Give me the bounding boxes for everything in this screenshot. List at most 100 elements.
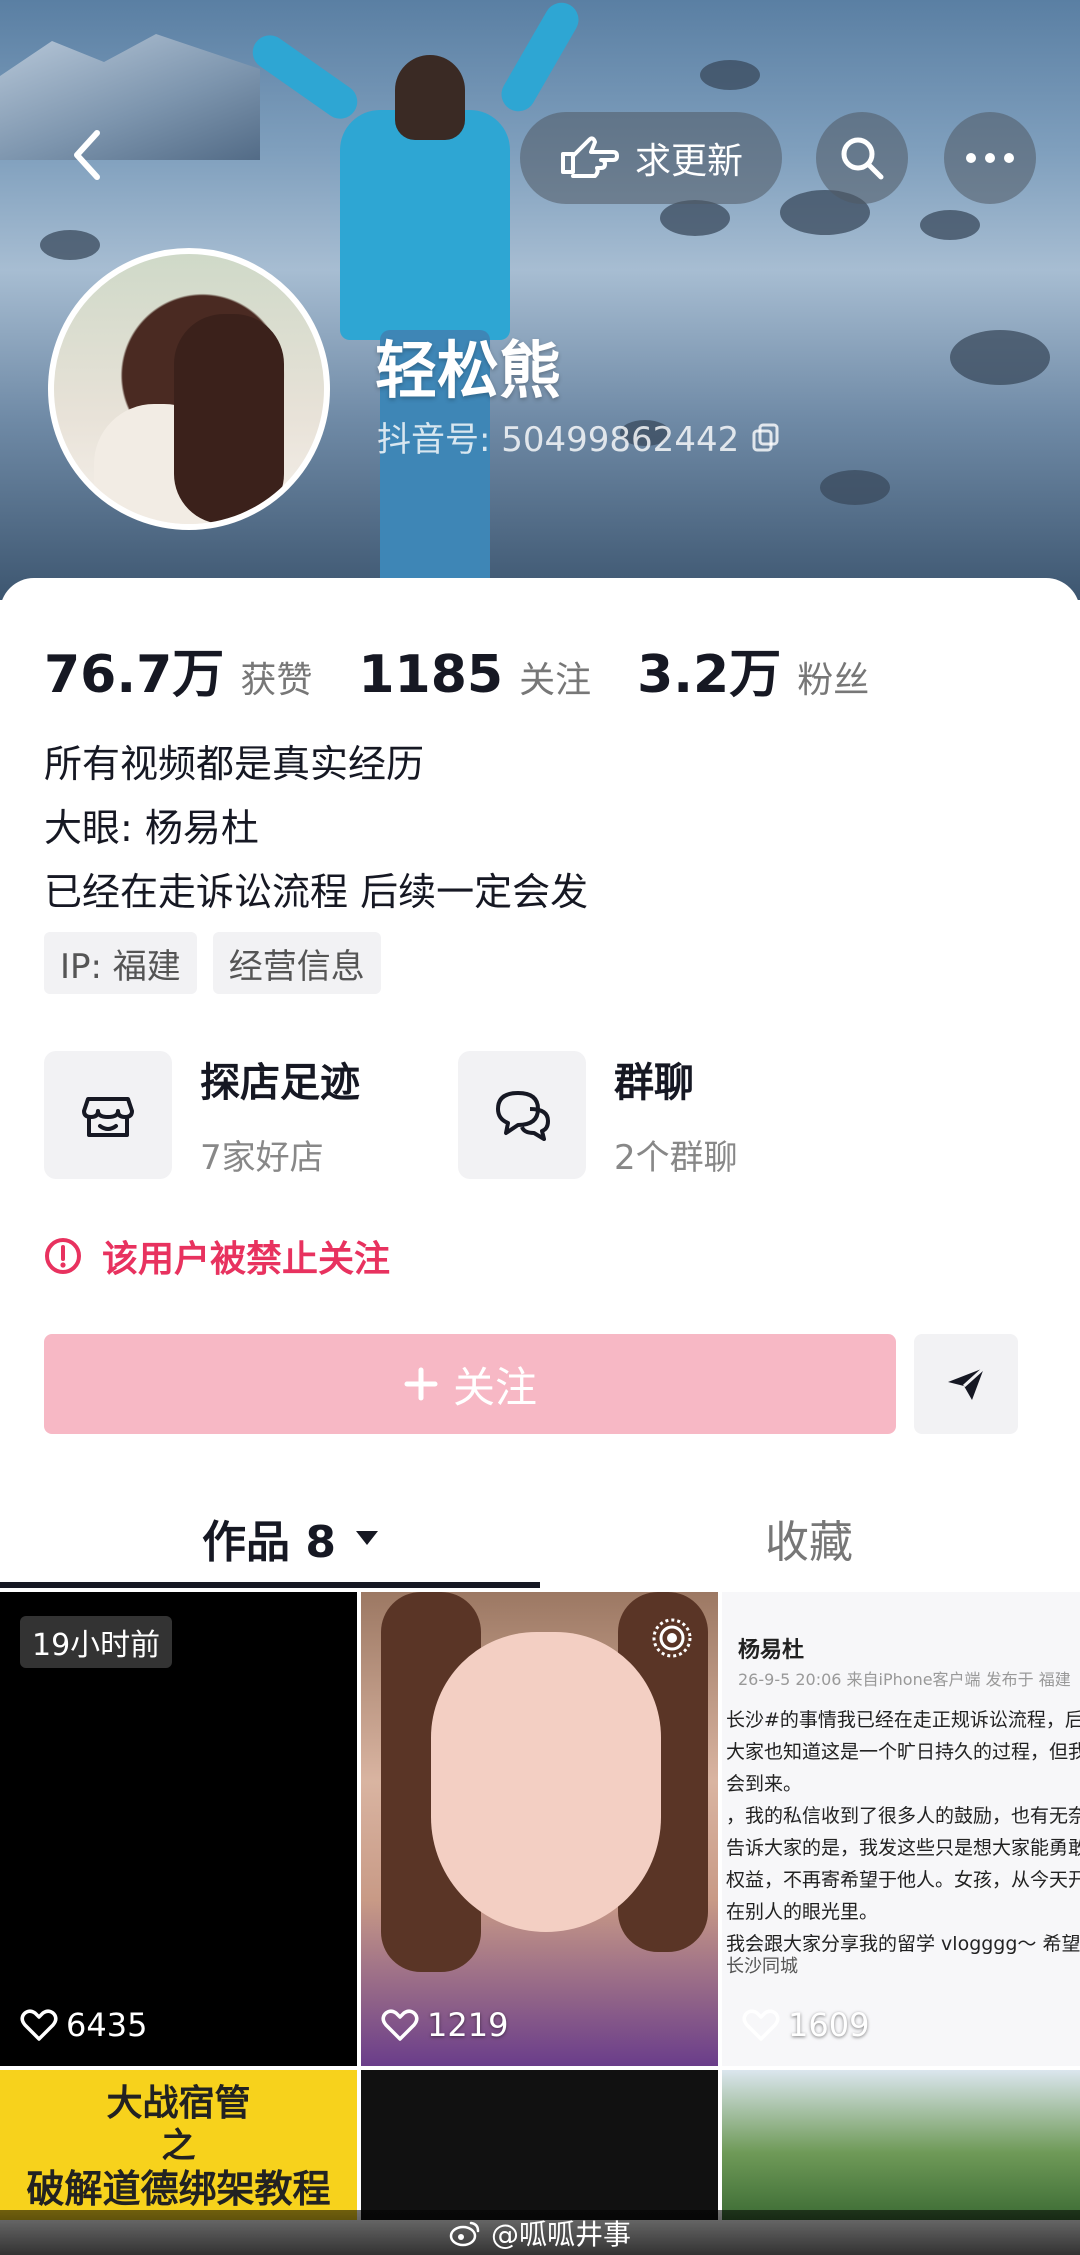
video-thumbnail[interactable]: 19小时前 6435 — [0, 1592, 357, 2066]
post-author: 杨易杜 — [738, 1638, 805, 1663]
copy-icon — [752, 423, 779, 451]
plus-icon — [404, 1367, 438, 1401]
avatar-hair — [174, 314, 284, 524]
works-grid: 19小时前 6435 1219 杨易杜 26-9-5 20:06 来自iPhon… — [0, 1592, 1080, 2220]
back-button[interactable] — [52, 120, 122, 190]
video-thumbnail[interactable]: 1219 — [361, 1592, 718, 2066]
request-update-label: 求更新 — [634, 141, 743, 182]
tab-works-label: 作品 8 — [202, 1517, 336, 1568]
chevron-left-icon — [74, 130, 100, 180]
video-likes-count: 1219 — [427, 2006, 509, 2044]
post-meta: 26-9-5 20:06 来自iPhone客户端 发布于 福建 — [738, 1670, 1071, 1689]
chat-icon-box — [458, 1050, 586, 1179]
post-line: 大家也知道这是一个旷日持久的过程，但我相信正 — [726, 1741, 1080, 1763]
username: 轻松熊 — [375, 334, 562, 407]
post-location: 长沙同城 — [726, 1956, 798, 1977]
stat-followers-value: 3.2万 — [637, 645, 782, 705]
stat-following-label: 关注 — [519, 660, 592, 701]
video-likes: 1609 — [742, 2006, 869, 2044]
stat-followers-label: 粉丝 — [797, 660, 870, 701]
banner-mountain — [0, 34, 260, 160]
follow-banned-text: 该用户被禁止关注 — [102, 1239, 391, 1280]
shop-icon — [82, 1096, 134, 1137]
bio-line: 已经在走诉讼流程 后续一定会发 — [44, 870, 589, 914]
banner-rock — [40, 230, 100, 260]
tab-favorites[interactable]: 收藏 — [765, 1490, 853, 1586]
video-likes-count: 1609 — [788, 2006, 870, 2044]
thumb-face — [431, 1632, 661, 1932]
stats-row: 76.7万 获赞 1185 关注 3.2万 粉丝 — [44, 632, 915, 707]
tab-active-indicator — [0, 1582, 540, 1588]
video-thumbnail[interactable]: 杨易杜 26-9-5 20:06 来自iPhone客户端 发布于 福建 长沙#的… — [722, 1592, 1080, 2066]
shop-visits-title: 探店足迹 — [200, 1060, 360, 1106]
post-line: ，我的私信收到了很多人的鼓励，也有无奈和共鸣 — [726, 1805, 1080, 1827]
cover-text: 破解道德绑架教程 — [26, 2167, 331, 2211]
douyin-id[interactable]: 抖音号: 50499862442 — [377, 412, 781, 461]
banner-person-arm — [246, 28, 364, 126]
tab-favorites-label: 收藏 — [765, 1517, 853, 1568]
caret-down-icon — [355, 1531, 378, 1545]
group-chat-count: 2个群聊 — [614, 1138, 738, 1178]
tag-row: IP: 福建 经营信息 — [44, 932, 381, 994]
stat-likes[interactable]: 76.7万 获赞 — [44, 632, 312, 707]
hand-pointer-icon — [560, 136, 619, 178]
follow-banned-notice: 该用户被禁止关注 — [44, 1230, 390, 1282]
watermark: @呱呱井事 — [0, 2210, 1080, 2255]
stat-likes-value: 76.7万 — [44, 645, 225, 705]
shop-visits-count: 7家好店 — [200, 1138, 324, 1178]
request-update-button[interactable]: 求更新 — [520, 112, 782, 204]
banner-person-arm — [495, 0, 585, 118]
time-badge: 19小时前 — [20, 1616, 173, 1668]
video-thumbnail[interactable] — [361, 2070, 718, 2220]
post-line: 在别人的眼光里。 — [726, 1901, 879, 1923]
live-photo-icon — [652, 1618, 692, 1658]
bio-line: 所有视频都是真实经历 — [44, 742, 425, 786]
banner-rock — [820, 470, 890, 505]
banner-rock — [660, 200, 730, 236]
group-chat-title: 群聊 — [614, 1060, 694, 1106]
warning-icon — [45, 1238, 81, 1274]
douyin-id-text: 抖音号: 50499862442 — [377, 420, 740, 460]
video-likes-count: 6435 — [66, 2006, 148, 2044]
search-button[interactable] — [816, 112, 908, 204]
video-thumbnail[interactable] — [722, 2070, 1080, 2220]
avatar[interactable] — [48, 248, 330, 530]
heart-icon — [381, 2009, 419, 2041]
banner-person — [340, 110, 510, 340]
heart-icon — [742, 2009, 780, 2041]
banner-person-head — [395, 55, 465, 140]
post-line: 长沙#的事情我已经在走正规诉讼流程，后续一定会 — [726, 1709, 1080, 1731]
follow-button[interactable]: 关注 — [44, 1334, 896, 1434]
video-likes: 1219 — [381, 2006, 508, 2044]
post-body: 长沙#的事情我已经在走正规诉讼流程，后续一定会 大家也知道这是一个旷日持久的过程… — [722, 1704, 1080, 1960]
bio-line: 大眼: 杨易杜 — [44, 806, 259, 850]
follow-label: 关注 — [452, 1362, 537, 1412]
watermark-text: @呱呱井事 — [490, 2217, 631, 2251]
business-info-tag[interactable]: 经营信息 — [212, 932, 381, 994]
stat-following-value: 1185 — [358, 645, 504, 705]
more-button[interactable] — [944, 112, 1036, 204]
post-line: 权益，不再寄希望于他人。女孩，从今天开始，不 — [726, 1869, 1080, 1891]
share-button[interactable] — [914, 1334, 1018, 1434]
profile-tabs: 作品 8 收藏 — [0, 1490, 1080, 1586]
stat-likes-label: 获赞 — [240, 660, 313, 701]
search-icon — [841, 137, 884, 180]
stat-following[interactable]: 1185 关注 — [358, 645, 591, 705]
send-icon — [948, 1366, 986, 1400]
banner-rock — [950, 330, 1050, 385]
post-line: 告诉大家的是，我发这些只是想大家能勇敢地争取 — [726, 1837, 1080, 1859]
shop-icon-box — [44, 1050, 172, 1179]
video-thumbnail[interactable]: 大战宿管 之 破解道德绑架教程 — [0, 2070, 357, 2220]
stat-followers[interactable]: 3.2万 粉丝 — [637, 632, 869, 707]
video-likes: 6435 — [20, 2006, 147, 2044]
heart-icon — [20, 2009, 58, 2041]
banner-rock — [920, 210, 980, 240]
weibo-icon — [449, 2221, 480, 2246]
shop-visits-entry[interactable]: 探店足迹 7家好店 — [44, 1050, 360, 1179]
chat-icon — [496, 1090, 550, 1141]
post-line: 会到来。 — [726, 1773, 803, 1795]
banner-rock — [700, 60, 760, 90]
group-chat-entry[interactable]: 群聊 2个群聊 — [458, 1050, 738, 1179]
tab-works[interactable]: 作品 8 — [202, 1490, 380, 1586]
more-dots-icon — [966, 153, 1014, 163]
